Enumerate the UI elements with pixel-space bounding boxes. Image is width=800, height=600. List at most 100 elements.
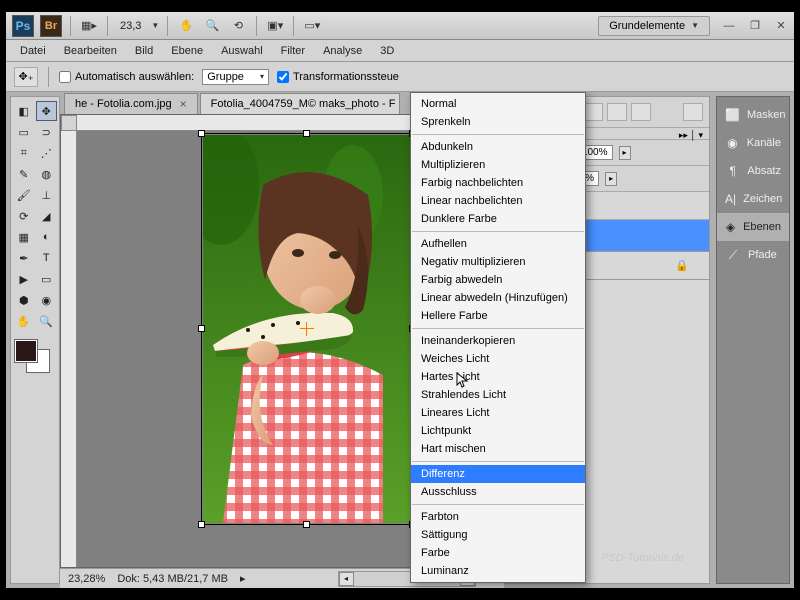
hand-tool[interactable]: ✋ bbox=[13, 311, 35, 331]
arrange-icon[interactable]: ▣▾ bbox=[265, 16, 285, 36]
blend-mode-option[interactable]: Abdunkeln bbox=[411, 138, 585, 156]
panel-tab-absatz[interactable]: ¶Absatz bbox=[717, 157, 789, 185]
launch-icon[interactable]: ▦▸ bbox=[79, 16, 99, 36]
blend-mode-option[interactable]: Ausschluss bbox=[411, 483, 585, 501]
panel-menu-icon[interactable]: ▸▸ │ ▾ bbox=[679, 130, 703, 137]
blend-mode-option[interactable]: Sättigung bbox=[411, 526, 585, 544]
quick-select-tool[interactable]: ⋰ bbox=[36, 143, 58, 163]
restore-button[interactable]: ❐ bbox=[748, 19, 762, 33]
menu-bearbeiten[interactable]: Bearbeiten bbox=[56, 42, 125, 60]
ps-icon[interactable]: ◧ bbox=[13, 101, 35, 121]
scroll-left-button[interactable]: ◂ bbox=[339, 572, 354, 586]
blend-mode-option[interactable]: Differenz bbox=[411, 465, 585, 483]
workspace-selector[interactable]: Grundelemente ▼ bbox=[598, 16, 710, 36]
panel-tab-kanäle[interactable]: ◉Kanäle bbox=[717, 129, 789, 157]
blend-mode-option[interactable]: Hellere Farbe bbox=[411, 307, 585, 325]
blend-mode-option[interactable]: Farbton bbox=[411, 508, 585, 526]
move-tool[interactable]: ✥ bbox=[36, 101, 58, 121]
blur-tool[interactable]: ◐ bbox=[36, 227, 58, 247]
menu-analyse[interactable]: Analyse bbox=[315, 42, 370, 60]
panel-tab-masken[interactable]: ⬜Masken bbox=[717, 101, 789, 129]
menu-ebene[interactable]: Ebene bbox=[163, 42, 211, 60]
menu-filter[interactable]: Filter bbox=[273, 42, 313, 60]
blend-mode-option[interactable]: Sprenkeln bbox=[411, 113, 585, 131]
eraser-tool[interactable]: ◢ bbox=[36, 206, 58, 226]
blend-mode-option[interactable]: Dunklere Farbe bbox=[411, 210, 585, 228]
3d-tool[interactable]: ⬢ bbox=[13, 290, 35, 310]
rotate-view-icon[interactable]: ⟲ bbox=[228, 16, 248, 36]
transform-handle[interactable] bbox=[198, 325, 205, 332]
blend-mode-option[interactable]: Strahlendes Licht bbox=[411, 386, 585, 404]
menu-bild[interactable]: Bild bbox=[127, 42, 161, 60]
blend-mode-option[interactable]: Multiplizieren bbox=[411, 156, 585, 174]
blend-mode-option[interactable]: Hart mischen bbox=[411, 440, 585, 458]
crop-tool[interactable]: ⌗ bbox=[13, 143, 35, 163]
zoom-tool[interactable]: 🔍 bbox=[36, 311, 58, 331]
blend-mode-option[interactable]: Farbig abwedeln bbox=[411, 271, 585, 289]
move-tool-indicator[interactable]: ✥₊ bbox=[14, 67, 38, 87]
blend-mode-option[interactable]: Normal bbox=[411, 95, 585, 113]
pen-tool[interactable]: ✒ bbox=[13, 248, 35, 268]
photoshop-logo[interactable]: Ps bbox=[12, 15, 34, 37]
blend-mode-option[interactable]: Lineares Licht bbox=[411, 404, 585, 422]
ruler-origin[interactable] bbox=[61, 115, 77, 131]
brush-tool[interactable]: 🖌 bbox=[13, 185, 35, 205]
document-tab[interactable]: Fotolia_4004759_M© maks_photo - F× bbox=[200, 93, 400, 114]
blend-mode-option[interactable]: Hartes Licht bbox=[411, 368, 585, 386]
marquee-tool[interactable]: ▭ bbox=[13, 122, 35, 142]
menu-3d[interactable]: 3D bbox=[372, 42, 402, 60]
blend-mode-option[interactable]: Farbig nachbelichten bbox=[411, 174, 585, 192]
transform-controls-checkbox[interactable]: Transformationssteue bbox=[277, 71, 399, 83]
hand-tool-icon[interactable]: ✋ bbox=[176, 16, 196, 36]
history-brush-tool[interactable]: ⟳ bbox=[13, 206, 35, 226]
blend-mode-option[interactable]: Linear nachbelichten bbox=[411, 192, 585, 210]
chevron-right-icon[interactable]: ▸ bbox=[240, 572, 246, 585]
lasso-tool[interactable]: ⊃ bbox=[36, 122, 58, 142]
bridge-logo[interactable]: Br bbox=[40, 15, 62, 37]
minimize-button[interactable]: — bbox=[722, 19, 736, 33]
document-tab[interactable]: he - Fotolia.com.jpg× bbox=[64, 93, 198, 114]
blend-mode-option[interactable]: Linear abwedeln (Hinzufügen) bbox=[411, 289, 585, 307]
fill-slider-button[interactable]: ▸ bbox=[605, 172, 617, 186]
heal-tool[interactable]: ◍ bbox=[36, 164, 58, 184]
transform-handle[interactable] bbox=[303, 521, 310, 528]
panel-tab-ebenen[interactable]: ◈Ebenen bbox=[717, 213, 789, 241]
zoom-level[interactable]: 23,28% bbox=[68, 573, 105, 585]
blend-mode-option[interactable]: Lichtpunkt bbox=[411, 422, 585, 440]
screen-mode-icon[interactable]: ▭▾ bbox=[302, 16, 322, 36]
auto-select-target[interactable]: Gruppe ▾ bbox=[202, 69, 269, 85]
opacity-slider-button[interactable]: ▸ bbox=[619, 146, 631, 160]
type-tool[interactable]: T bbox=[36, 248, 58, 268]
blend-mode-option[interactable]: Luminanz bbox=[411, 562, 585, 580]
blend-mode-dropdown[interactable]: NormalSprenkelnAbdunkelnMultiplizierenFa… bbox=[410, 92, 586, 583]
foreground-color[interactable] bbox=[15, 340, 37, 362]
zoom-display[interactable]: 23,3 bbox=[116, 20, 145, 32]
blend-mode-option[interactable]: Ineinanderkopieren bbox=[411, 332, 585, 350]
shape-tool[interactable]: ▭ bbox=[36, 269, 58, 289]
menu-auswahl[interactable]: Auswahl bbox=[213, 42, 271, 60]
gradient-tool[interactable]: ▦ bbox=[13, 227, 35, 247]
blend-mode-option[interactable]: Weiches Licht bbox=[411, 350, 585, 368]
align-middle-button[interactable] bbox=[607, 103, 627, 121]
transform-handle[interactable] bbox=[198, 521, 205, 528]
doc-size[interactable]: Dok: 5,43 MB/21,7 MB bbox=[117, 573, 228, 585]
path-select-tool[interactable]: ▶ bbox=[13, 269, 35, 289]
stamp-tool[interactable]: ⊥ bbox=[36, 185, 58, 205]
transform-center[interactable] bbox=[300, 322, 314, 336]
blend-mode-option[interactable]: Aufhellen bbox=[411, 235, 585, 253]
distribute-button[interactable] bbox=[683, 103, 703, 121]
align-top-button[interactable] bbox=[583, 103, 603, 121]
auto-select-checkbox[interactable]: Automatisch auswählen: bbox=[59, 71, 194, 83]
zoom-tool-icon[interactable]: 🔍 bbox=[202, 16, 222, 36]
transform-bounding-box[interactable] bbox=[201, 133, 413, 525]
transform-handle[interactable] bbox=[303, 130, 310, 137]
close-button[interactable]: ✕ bbox=[774, 19, 788, 33]
3d-camera-tool[interactable]: ◉ bbox=[36, 290, 58, 310]
menu-datei[interactable]: Datei bbox=[12, 42, 54, 60]
blend-mode-option[interactable]: Farbe bbox=[411, 544, 585, 562]
eyedropper-tool[interactable]: ✎ bbox=[13, 164, 35, 184]
blend-mode-option[interactable]: Negativ multiplizieren bbox=[411, 253, 585, 271]
transform-handle[interactable] bbox=[198, 130, 205, 137]
close-icon[interactable]: × bbox=[180, 97, 187, 111]
panel-tab-pfade[interactable]: ⟋Pfade bbox=[717, 241, 789, 269]
